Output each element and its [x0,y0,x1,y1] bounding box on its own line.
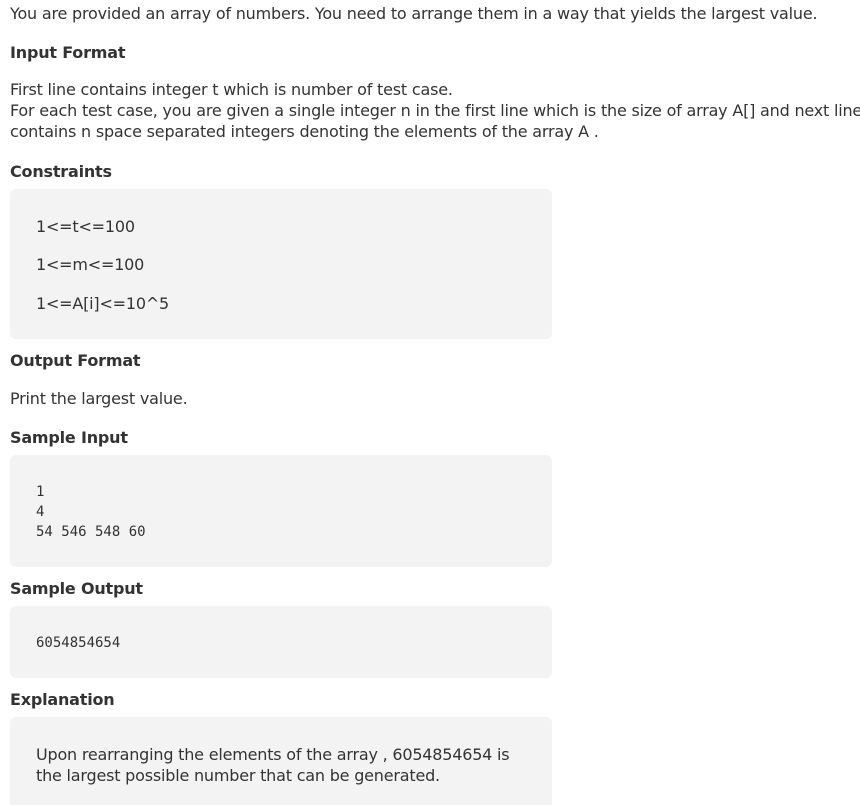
constraint-item: 1<=A[i]<=10^5 [36,294,170,313]
constraint-item: 1<=t<=100 [36,217,135,236]
input-format-heading: Input Format [10,43,126,62]
input-format-line: First line contains integer t which is n… [10,80,453,99]
sample-output-block: 6054854654 [10,606,552,678]
output-format-heading: Output Format [10,351,141,370]
output-format-text: Print the largest value. [10,389,188,408]
input-format-line: For each test case, you are given a sing… [10,101,860,120]
sample-output-value: 6054854654 [36,635,121,651]
sample-input-heading: Sample Input [10,428,128,447]
sample-input-line: 1 [36,484,45,500]
explanation-heading: Explanation [10,690,115,709]
explanation-line: Upon rearranging the elements of the arr… [36,745,510,764]
explanation-block: Upon rearranging the elements of the arr… [10,717,552,805]
constraints-block: 1<=t<=100 1<=m<=100 1<=A[i]<=10^5 [10,189,552,339]
sample-input-line: 54 546 548 60 [36,524,146,540]
constraints-heading: Constraints [10,162,112,181]
sample-input-block: 1 4 54 546 548 60 [10,455,552,567]
sample-input-line: 4 [36,504,45,520]
constraint-item: 1<=m<=100 [36,255,145,274]
explanation-line: the largest possible number that can be … [36,766,440,785]
intro-text: You are provided an array of numbers. Yo… [10,4,818,23]
sample-output-heading: Sample Output [10,579,143,598]
input-format-line: contains n space separated integers deno… [10,122,599,141]
